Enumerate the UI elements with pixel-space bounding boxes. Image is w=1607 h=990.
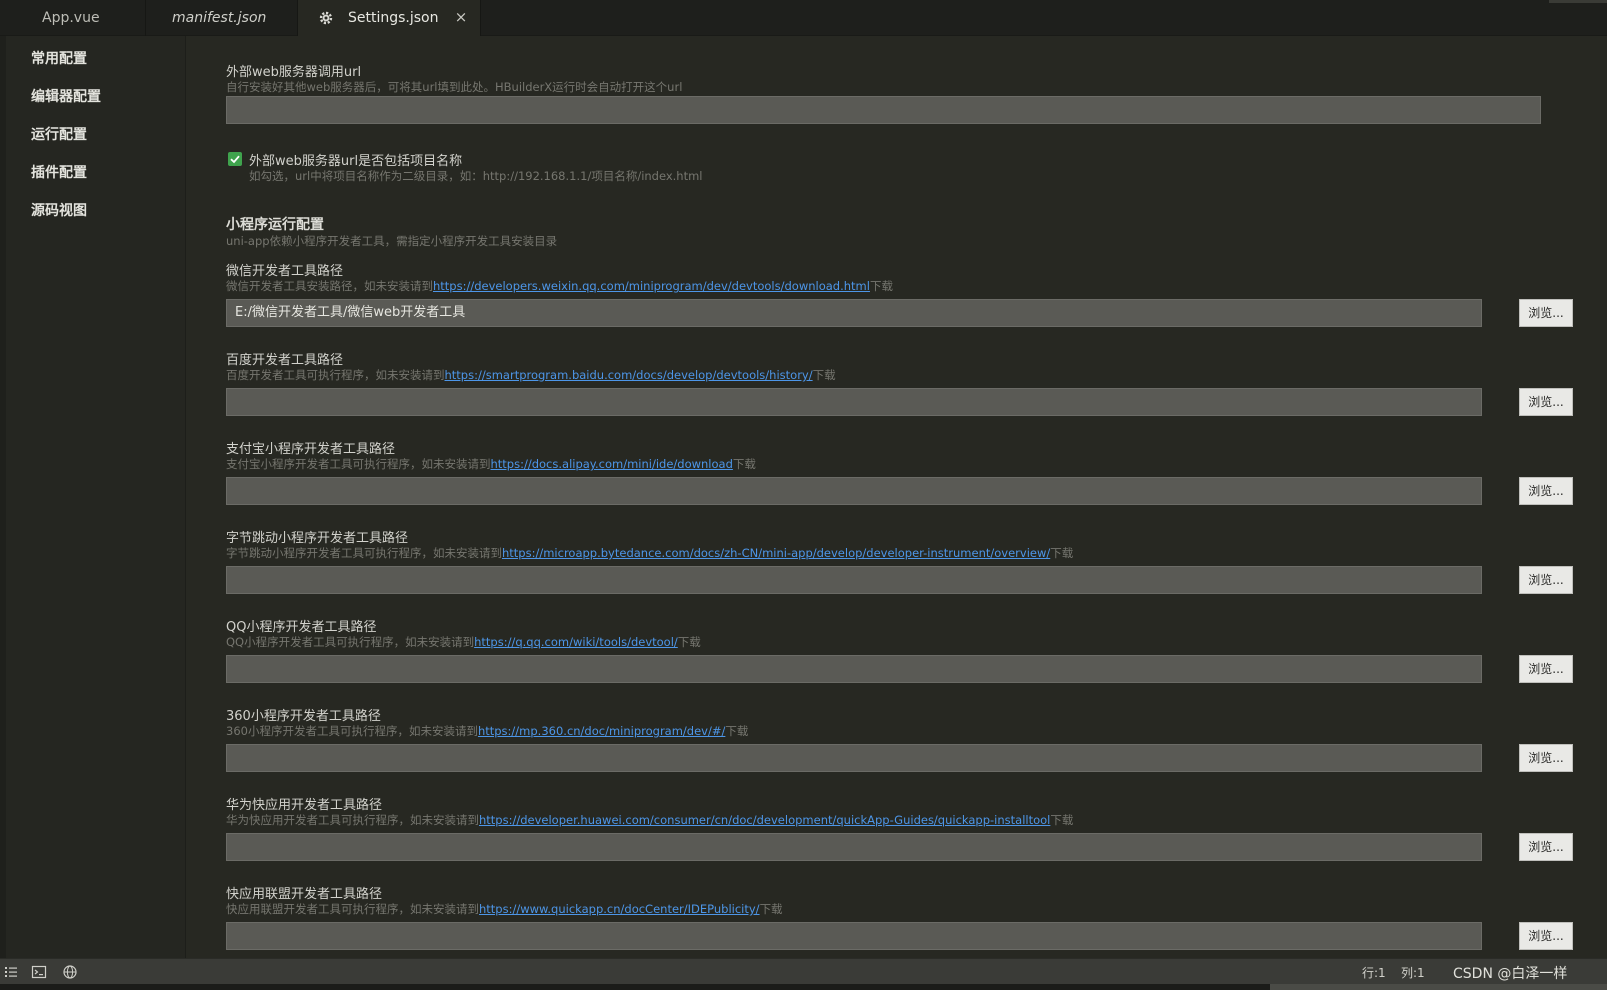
browse-button[interactable]: 浏览... [1519,299,1573,327]
browse-button[interactable]: 浏览... [1519,566,1573,594]
include-project-desc: 如勾选，url中将项目名称作为二级目录，如：http://192.168.1.1… [249,169,703,183]
download-link[interactable]: https://developer.huawei.com/consumer/cn… [479,813,1050,827]
sidebar-item-plugins[interactable]: 插件配置 [31,163,87,183]
miniprogram-section-desc: uni-app依赖小程序开发者工具，需指定小程序开发工具安装目录 [226,234,558,248]
settings-panel: 外部web服务器调用url 自行安装好其他web服务器后，可将其url填到此处。… [187,36,1607,958]
browse-button[interactable]: 浏览... [1519,744,1573,772]
tab-manifest-json[interactable]: manifest.json [146,0,298,36]
tool-desc: 百度开发者工具可执行程序，如未安装请到https://smartprogram.… [226,368,836,382]
include-project-checkbox[interactable] [228,152,242,166]
download-link[interactable]: https://www.quickapp.cn/docCenter/IDEPub… [479,902,760,916]
tool-path-input[interactable]: E:/微信开发者工具/微信web开发者工具 [226,299,1482,327]
download-link[interactable]: https://developers.weixin.qq.com/minipro… [433,279,870,293]
tab-settings-json[interactable]: Settings.json × [298,0,481,36]
tool-path-input[interactable] [226,388,1482,416]
tool-label: 字节跳动小程序开发者工具路径 [226,531,409,546]
tool-desc: 字节跳动小程序开发者工具可执行程序，如未安装请到https://microapp… [226,546,1074,560]
close-icon[interactable]: × [454,10,468,25]
download-link[interactable]: https://mp.360.cn/doc/miniprogram/dev/#/ [478,724,725,738]
browse-button[interactable]: 浏览... [1519,388,1573,416]
tab-bar: App.vue manifest.json Settings.json × [0,0,1607,36]
window-edge [1549,0,1607,3]
tool-label: QQ小程序开发者工具路径 [226,620,377,635]
sidebar-item-editor[interactable]: 编辑器配置 [31,87,101,107]
tool-label: 微信开发者工具路径 [226,264,344,279]
download-link[interactable]: https://docs.alipay.com/mini/ide/downloa… [491,457,733,471]
sidebar-item-source-view[interactable]: 源码视图 [31,201,87,221]
tool-path-input[interactable] [226,566,1482,594]
browse-button[interactable]: 浏览... [1519,833,1573,861]
download-link[interactable]: https://smartprogram.baidu.com/docs/deve… [445,368,813,382]
tool-path-input[interactable] [226,655,1482,683]
tab-label: manifest.json [172,10,267,26]
watermark: CSDN @白泽一样 [1453,966,1568,982]
scrollbar-thumb[interactable] [1270,984,1607,990]
terminal-icon[interactable] [31,964,47,980]
tool-path-input[interactable] [226,833,1482,861]
cursor-line: 行:1 [1362,966,1386,980]
gear-icon [318,10,334,26]
tool-desc: QQ小程序开发者工具可执行程序，如未安装请到https://q.qq.com/w… [226,635,701,649]
tool-desc: 快应用联盟开发者工具可执行程序，如未安装请到https://www.quicka… [226,902,783,916]
tool-desc: 360小程序开发者工具可执行程序，如未安装请到https://mp.360.cn… [226,724,749,738]
cursor-column: 列:1 [1401,966,1425,980]
status-bar: 行:1 列:1 CSDN @白泽一样 [0,958,1607,984]
sidebar-item-run[interactable]: 运行配置 [31,125,87,145]
sidebar-edge [0,36,6,958]
tool-label: 支付宝小程序开发者工具路径 [226,442,396,457]
browse-button[interactable]: 浏览... [1519,477,1573,505]
browse-button[interactable]: 浏览... [1519,655,1573,683]
checkmark-icon [230,155,240,164]
tool-path-input[interactable] [226,922,1482,950]
list-icon[interactable] [3,964,19,980]
browse-button[interactable]: 浏览... [1519,922,1573,950]
tool-desc: 支付宝小程序开发者工具可执行程序，如未安装请到https://docs.alip… [226,457,756,471]
sidebar-item-common[interactable]: 常用配置 [31,49,87,69]
tool-path-input[interactable] [226,744,1482,772]
tool-label: 百度开发者工具路径 [226,353,344,368]
horizontal-scrollbar[interactable] [0,984,1607,990]
tab-bar-empty [481,0,1607,35]
tab-label: App.vue [42,10,100,26]
tool-path-input[interactable] [226,477,1482,505]
tool-desc: 华为快应用开发者工具可执行程序，如未安装请到https://developer.… [226,813,1074,827]
external-url-desc: 自行安装好其他web服务器后，可将其url填到此处。HBuilderX运行时会自… [226,80,683,94]
external-url-input[interactable] [226,96,1541,124]
download-link[interactable]: https://microapp.bytedance.com/docs/zh-C… [502,546,1050,560]
globe-icon[interactable] [62,964,78,980]
tool-label: 360小程序开发者工具路径 [226,709,381,724]
miniprogram-section-title: 小程序运行配置 [226,217,324,233]
tool-label: 快应用联盟开发者工具路径 [226,887,383,902]
include-project-label: 外部web服务器url是否包括项目名称 [249,154,463,169]
external-url-label: 外部web服务器调用url [226,65,362,80]
download-link[interactable]: https://q.qq.com/wiki/tools/devtool/ [474,635,678,649]
tool-desc: 微信开发者工具安装路径，如未安装请到https://developers.wei… [226,279,893,293]
settings-sidebar: 常用配置 编辑器配置 运行配置 插件配置 源码视图 [0,36,186,958]
tab-app-vue[interactable]: App.vue [0,0,146,36]
tab-label: Settings.json [348,10,439,26]
tool-label: 华为快应用开发者工具路径 [226,798,383,813]
